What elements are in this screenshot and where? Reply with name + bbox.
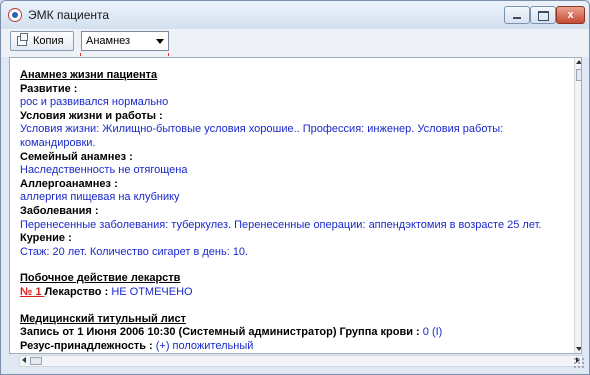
rh-label: Резус-принадлежность : <box>20 339 153 352</box>
section-select[interactable]: Анамнез <box>81 31 169 51</box>
diseases-label: Заболевания : <box>20 204 99 217</box>
record-label: Запись от 1 Июня 2006 10:30 (Системный а… <box>20 326 420 339</box>
copy-button[interactable]: Копия <box>10 31 74 51</box>
drug-value: НЕ ОТМЕЧЕНО <box>111 285 193 298</box>
side-effects-title: Побочное действие лекарств <box>20 272 181 285</box>
side-effect-row: № 1 Лекарство : НЕ ОТМЕЧЕНО <box>20 286 565 300</box>
app-logo-icon <box>8 8 22 22</box>
vertical-scrollbar[interactable] <box>574 58 581 353</box>
title-sheet-title: Медицинский титульный лист <box>20 312 187 325</box>
toolbar: Копия Анамнез <box>1 29 589 57</box>
scroll-down-icon[interactable] <box>575 345 581 353</box>
scroll-up-icon[interactable] <box>575 58 581 66</box>
smoking-value: Стаж: 20 лет. Количество сигарет в день:… <box>20 245 249 258</box>
rh-value: (+) положительный <box>155 339 254 352</box>
document-view[interactable]: Анамнез жизни пациента Развитие : рос и … <box>9 57 582 354</box>
blood-group-value: 0 (I) <box>422 326 443 339</box>
vertical-scroll-thumb[interactable] <box>576 69 581 81</box>
copy-icon <box>17 33 28 46</box>
scroll-left-icon[interactable] <box>20 357 30 365</box>
life-history-title: Анамнез жизни пациента <box>20 69 158 81</box>
diseases-value: Перенесенные заболевания: туберкулез. Пе… <box>20 218 542 231</box>
close-button[interactable]: x <box>556 6 585 24</box>
development-value: рос и развивался нормально <box>20 96 169 109</box>
copy-button-label: Копия <box>33 35 64 47</box>
smoking-label: Курение : <box>20 232 72 245</box>
title-bar: ЭМК пациента x <box>1 1 589 29</box>
more-link[interactable]: » <box>20 353 565 354</box>
development-label: Развитие : <box>20 82 78 95</box>
record-row: Запись от 1 Июня 2006 10:30 (Системный а… <box>20 326 565 340</box>
chevron-down-icon <box>156 39 164 44</box>
maximize-button[interactable] <box>530 6 556 24</box>
emk-window: ЭМК пациента x Копия Анамнез Анамнез жиз… <box>0 0 590 375</box>
document-body: Анамнез жизни пациента Развитие : рос и … <box>20 69 565 354</box>
resize-grip-icon[interactable] <box>573 357 585 369</box>
close-icon: x <box>567 9 574 21</box>
red-marker-left <box>80 53 81 56</box>
rh-row: Резус-принадлежность : (+) положительный <box>20 339 565 353</box>
conditions-value: Условия жизни: Жилищно-бытовые условия х… <box>20 123 504 149</box>
red-marker-right <box>168 53 169 56</box>
allergy-label: Аллергоанамнез : <box>20 177 118 190</box>
side-effect-number: № 1 <box>20 285 45 298</box>
conditions-label: Условия жизни и работы : <box>20 109 163 122</box>
minimize-button[interactable] <box>504 6 530 24</box>
family-history-label: Семейный анамнез : <box>20 150 133 163</box>
drug-label: Лекарство : <box>44 285 109 298</box>
section-select-value: Анамнез <box>86 35 131 47</box>
window-title: ЭМК пациента <box>28 8 110 22</box>
horizontal-scroll-thumb[interactable] <box>30 357 42 365</box>
family-history-value: Наследственность не отягощена <box>20 164 188 177</box>
allergy-value: аллергия пищевая на клубнику <box>20 191 180 204</box>
horizontal-scrollbar[interactable] <box>19 355 583 367</box>
